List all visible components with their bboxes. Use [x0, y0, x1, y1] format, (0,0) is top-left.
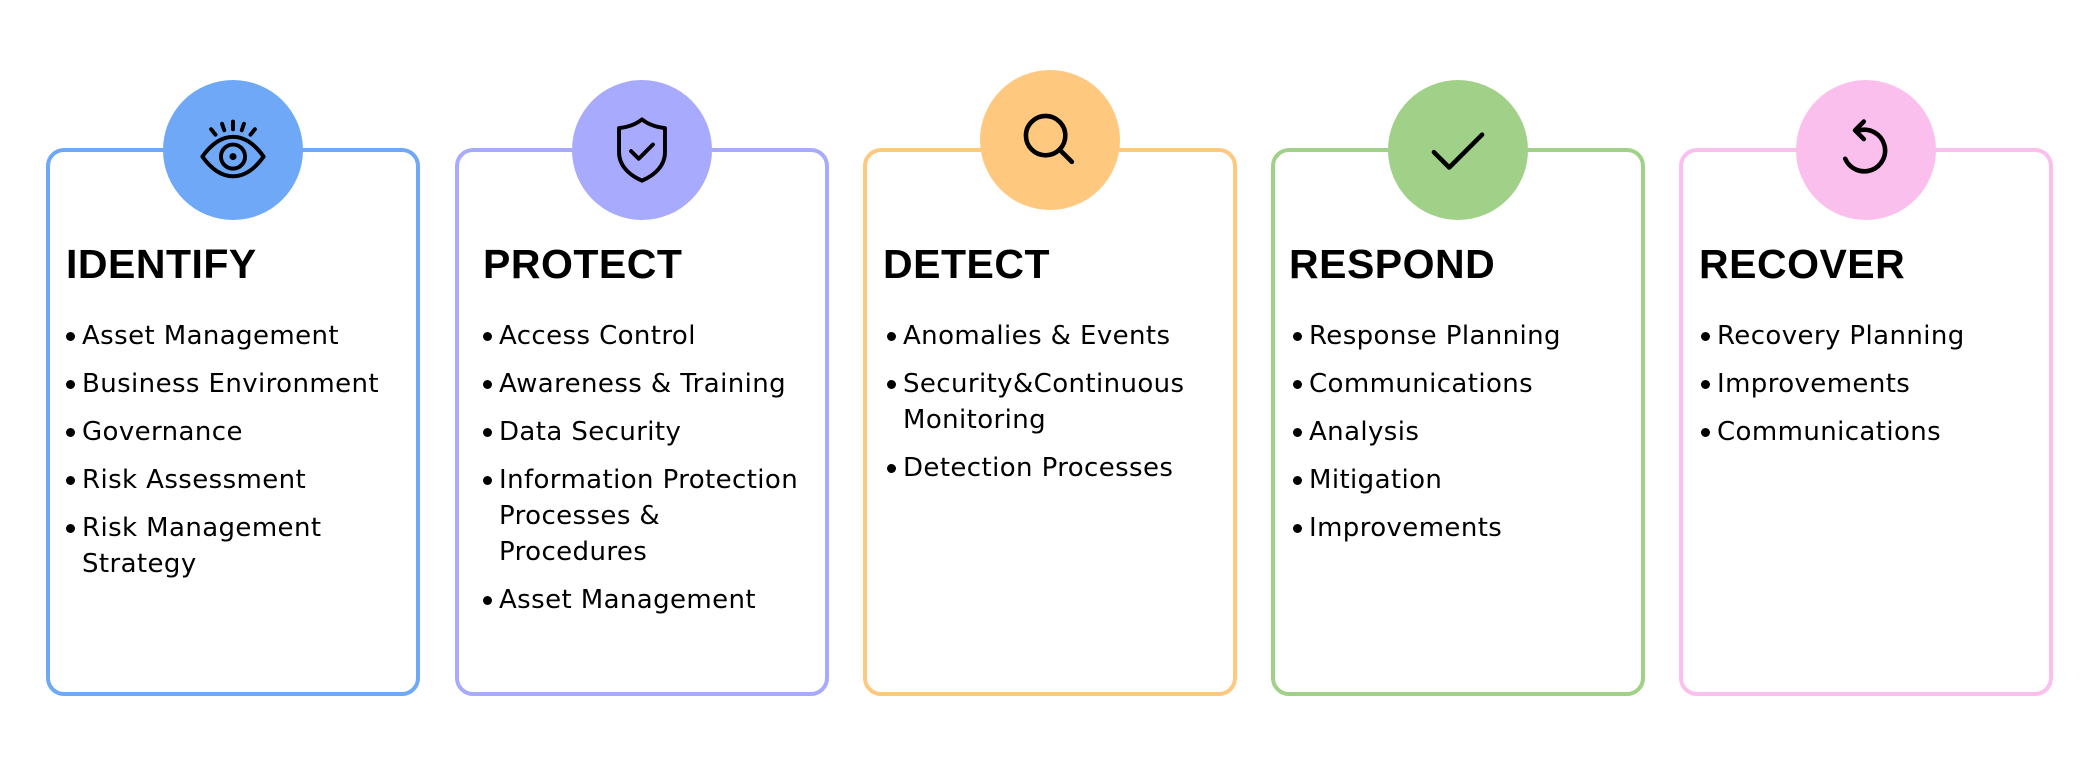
list-item: Response Planning: [1293, 318, 1625, 354]
bullet: [887, 380, 896, 389]
bullet: [1293, 380, 1302, 389]
list-item-text: Recovery Planning: [1717, 321, 1965, 351]
list-item-text: Access Control: [499, 321, 696, 351]
detect-title: DETECT: [883, 241, 1050, 287]
list-item-text: Response Planning: [1309, 321, 1561, 351]
list-item: Improvements: [1293, 510, 1625, 546]
bullet: [1701, 332, 1710, 341]
list-item-text: Security&Continuous Monitoring: [903, 369, 1185, 435]
checkmark-icon: [1431, 132, 1485, 170]
list-item: Recovery Planning: [1701, 318, 2033, 354]
bullet: [483, 332, 492, 341]
bullet: [1293, 476, 1302, 485]
bullet: [66, 380, 75, 389]
respond-badge: [1388, 80, 1528, 220]
list-item: Security&Continuous Monitoring: [887, 366, 1217, 438]
list-item-text: Communications: [1309, 369, 1534, 399]
list-item: Awareness & Training: [483, 366, 809, 402]
identify-title: IDENTIFY: [66, 241, 257, 287]
bullet: [887, 464, 896, 473]
restore-arrow-icon: [1842, 119, 1888, 174]
respond-list: Response Planning Communications Analysi…: [1293, 318, 1625, 558]
bullet: [66, 476, 75, 485]
recover-list: Recovery Planning Improvements Communica…: [1701, 318, 2033, 462]
list-item: Access Control: [483, 318, 809, 354]
detect-list: Anomalies & Events Security&Continuous M…: [887, 318, 1217, 498]
list-item: Communications: [1293, 366, 1625, 402]
list-item: Analysis: [1293, 414, 1625, 450]
list-item-text: Anomalies & Events: [903, 321, 1171, 351]
list-item-text: Analysis: [1309, 417, 1420, 447]
protect-list: Access Control Awareness & Training Data…: [483, 318, 809, 630]
list-item-text: Risk Assessment: [82, 465, 307, 495]
list-item-text: Business Environment: [82, 369, 379, 399]
respond-title: RESPOND: [1289, 241, 1496, 287]
protect-badge: [572, 80, 712, 220]
list-item: Information Protection Processes & Proce…: [483, 462, 809, 570]
list-item-text: Mitigation: [1309, 465, 1443, 495]
list-item-text: Detection Processes: [903, 453, 1174, 483]
list-item-text: Improvements: [1717, 369, 1911, 399]
bullet: [66, 332, 75, 341]
list-item-text: Risk Management Strategy: [82, 513, 322, 579]
bullet: [66, 524, 75, 533]
list-item: Mitigation: [1293, 462, 1625, 498]
bullet: [483, 428, 492, 437]
list-item-text: Governance: [82, 417, 243, 447]
list-item: Detection Processes: [887, 450, 1217, 486]
bullet: [483, 596, 492, 605]
list-item: Governance: [66, 414, 400, 450]
list-item: Risk Assessment: [66, 462, 400, 498]
recover-card: RECOVER Recovery Planning Improvements C…: [1679, 80, 2053, 696]
eye-icon: [200, 119, 266, 179]
bullet: [66, 428, 75, 437]
identify-list: Asset Management Business Environment Go…: [66, 318, 400, 594]
list-item-text: Data Security: [499, 417, 682, 447]
recover-title: RECOVER: [1699, 241, 1906, 287]
protect-title: PROTECT: [483, 241, 683, 287]
list-item-text: Awareness & Training: [499, 369, 787, 399]
bullet: [1293, 524, 1302, 533]
bullet: [483, 380, 492, 389]
list-item-text: Asset Management: [82, 321, 340, 351]
list-item: Anomalies & Events: [887, 318, 1217, 354]
list-item: Business Environment: [66, 366, 400, 402]
list-item-text: Information Protection Processes & Proce…: [499, 465, 799, 567]
detect-badge: [980, 70, 1120, 210]
list-item-text: Improvements: [1309, 513, 1503, 543]
identify-card: IDENTIFY Asset Management Business Envir…: [46, 80, 420, 696]
bullet: [1293, 332, 1302, 341]
list-item: Asset Management: [483, 582, 809, 618]
detect-card: DETECT Anomalies & Events Security&Conti…: [863, 70, 1237, 696]
list-item: Communications: [1701, 414, 2033, 450]
recover-badge: [1796, 80, 1936, 220]
bullet: [1701, 428, 1710, 437]
list-item: Improvements: [1701, 366, 2033, 402]
bullet: [1701, 380, 1710, 389]
identify-badge: [163, 80, 303, 220]
list-item-text: Asset Management: [499, 585, 757, 615]
list-item: Risk Management Strategy: [66, 510, 400, 582]
bullet: [1293, 428, 1302, 437]
list-item: Asset Management: [66, 318, 400, 354]
shield-check-icon: [617, 117, 667, 183]
magnifier-icon: [1023, 113, 1075, 165]
protect-card: PROTECT Access Control Awareness & Train…: [455, 80, 829, 696]
bullet: [483, 476, 492, 485]
list-item-text: Communications: [1717, 417, 1942, 447]
list-item: Data Security: [483, 414, 809, 450]
bullet: [887, 332, 896, 341]
respond-card: RESPOND Response Planning Communications…: [1271, 80, 1645, 696]
